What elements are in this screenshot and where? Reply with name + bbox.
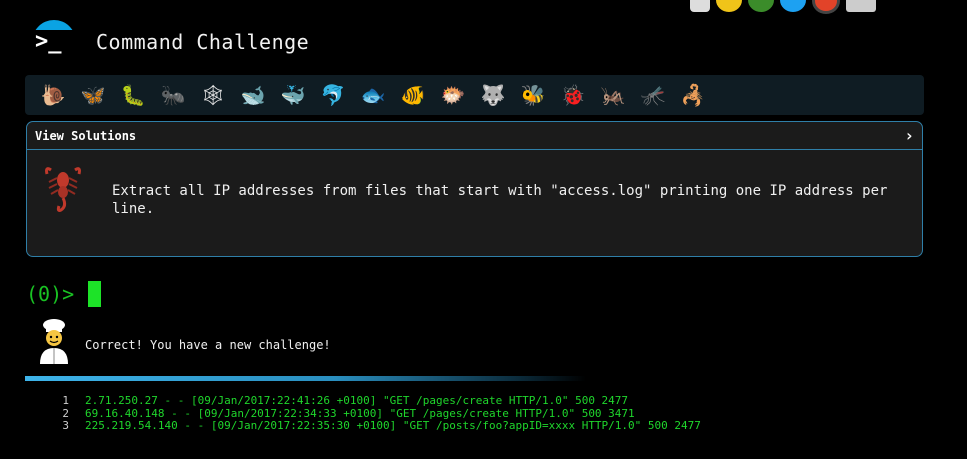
terminal-icon[interactable] bbox=[690, 0, 710, 12]
line-text: 225.219.54.140 - - [09/Jan/2017:22:35:30… bbox=[85, 419, 701, 433]
envelope-icon[interactable] bbox=[846, 0, 876, 12]
shell-prompt[interactable]: (0)> bbox=[26, 281, 102, 307]
task-description: Extract all IP addresses from files that… bbox=[112, 183, 888, 217]
line-number: 3 bbox=[62, 419, 69, 433]
spouting-whale-icon[interactable]: 🐳 bbox=[273, 79, 313, 111]
blowfish-icon[interactable]: 🐡 bbox=[433, 79, 473, 111]
logo[interactable]: >_ bbox=[32, 20, 76, 64]
twitter-bird-icon[interactable] bbox=[780, 0, 806, 12]
progress-bar bbox=[25, 376, 586, 381]
scorpion-icon[interactable]: 🦂 bbox=[673, 79, 713, 111]
command-output: 1 2.71.250.27 - - [09/Jan/2017:22:41:26 +… bbox=[55, 394, 701, 433]
top-nav-icons bbox=[690, 0, 876, 14]
snail-icon[interactable]: 🐌 bbox=[33, 79, 73, 111]
line-text: 2.71.250.27 - - [09/Jan/2017:22:41:26 +0… bbox=[85, 394, 629, 407]
tree-icon[interactable] bbox=[748, 0, 774, 12]
gitlab-icon[interactable] bbox=[812, 0, 840, 14]
chef-icon bbox=[40, 319, 68, 364]
terminal-prompt-icon: >_ bbox=[35, 29, 62, 54]
bee-icon[interactable]: 🐝 bbox=[513, 79, 553, 111]
challenge-panel: View Solutions › Extract all IP addresse… bbox=[26, 121, 923, 257]
app-title: Command Challenge bbox=[96, 30, 310, 54]
whale-icon[interactable]: 🐋 bbox=[233, 79, 273, 111]
dolphin-icon[interactable]: 🐬 bbox=[313, 79, 353, 111]
view-solutions-label: View Solutions bbox=[35, 128, 137, 143]
lightbulb-icon[interactable] bbox=[716, 0, 742, 12]
header: >_ Command Challenge bbox=[32, 20, 309, 64]
butterfly-icon[interactable]: 🦋 bbox=[73, 79, 113, 111]
output-line: 3 225.219.54.140 - - [09/Jan/2017:22:35:3… bbox=[55, 420, 701, 433]
tropical-fish-icon[interactable]: 🐠 bbox=[393, 79, 433, 111]
challenge-progress-bar: 🐌 🦋 🐛 🐜 🕸 🐋 🐳 🐬 🐟 🐠 🐡 🐺 🐝 🐞 🦗 🦟 🦂 bbox=[25, 75, 924, 115]
ant-icon[interactable]: 🐜 bbox=[153, 79, 193, 111]
wolf-icon[interactable]: 🐺 bbox=[473, 79, 513, 111]
command-input-cursor[interactable] bbox=[88, 281, 102, 307]
spider-web-icon[interactable]: 🕸 bbox=[193, 79, 233, 111]
scorpion-icon bbox=[45, 167, 81, 212]
prompt-symbol: (0)> bbox=[26, 282, 75, 306]
view-solutions-header[interactable]: View Solutions › bbox=[27, 122, 922, 150]
output-line: 1 2.71.250.27 - - [09/Jan/2017:22:41:26 +… bbox=[55, 394, 701, 408]
mosquito-icon[interactable]: 🦟 bbox=[633, 79, 673, 111]
chevron-right-icon[interactable]: › bbox=[904, 126, 914, 145]
challenge-body: Extract all IP addresses from files that… bbox=[27, 150, 922, 256]
ladybug-icon[interactable]: 🐞 bbox=[553, 79, 593, 111]
fish-icon[interactable]: 🐟 bbox=[353, 79, 393, 111]
cricket-icon[interactable]: 🦗 bbox=[593, 79, 633, 111]
line-number: 1 bbox=[62, 394, 69, 407]
feedback-message: Correct! You have a new challenge! bbox=[85, 338, 331, 352]
caterpillar-icon[interactable]: 🐛 bbox=[113, 79, 153, 111]
